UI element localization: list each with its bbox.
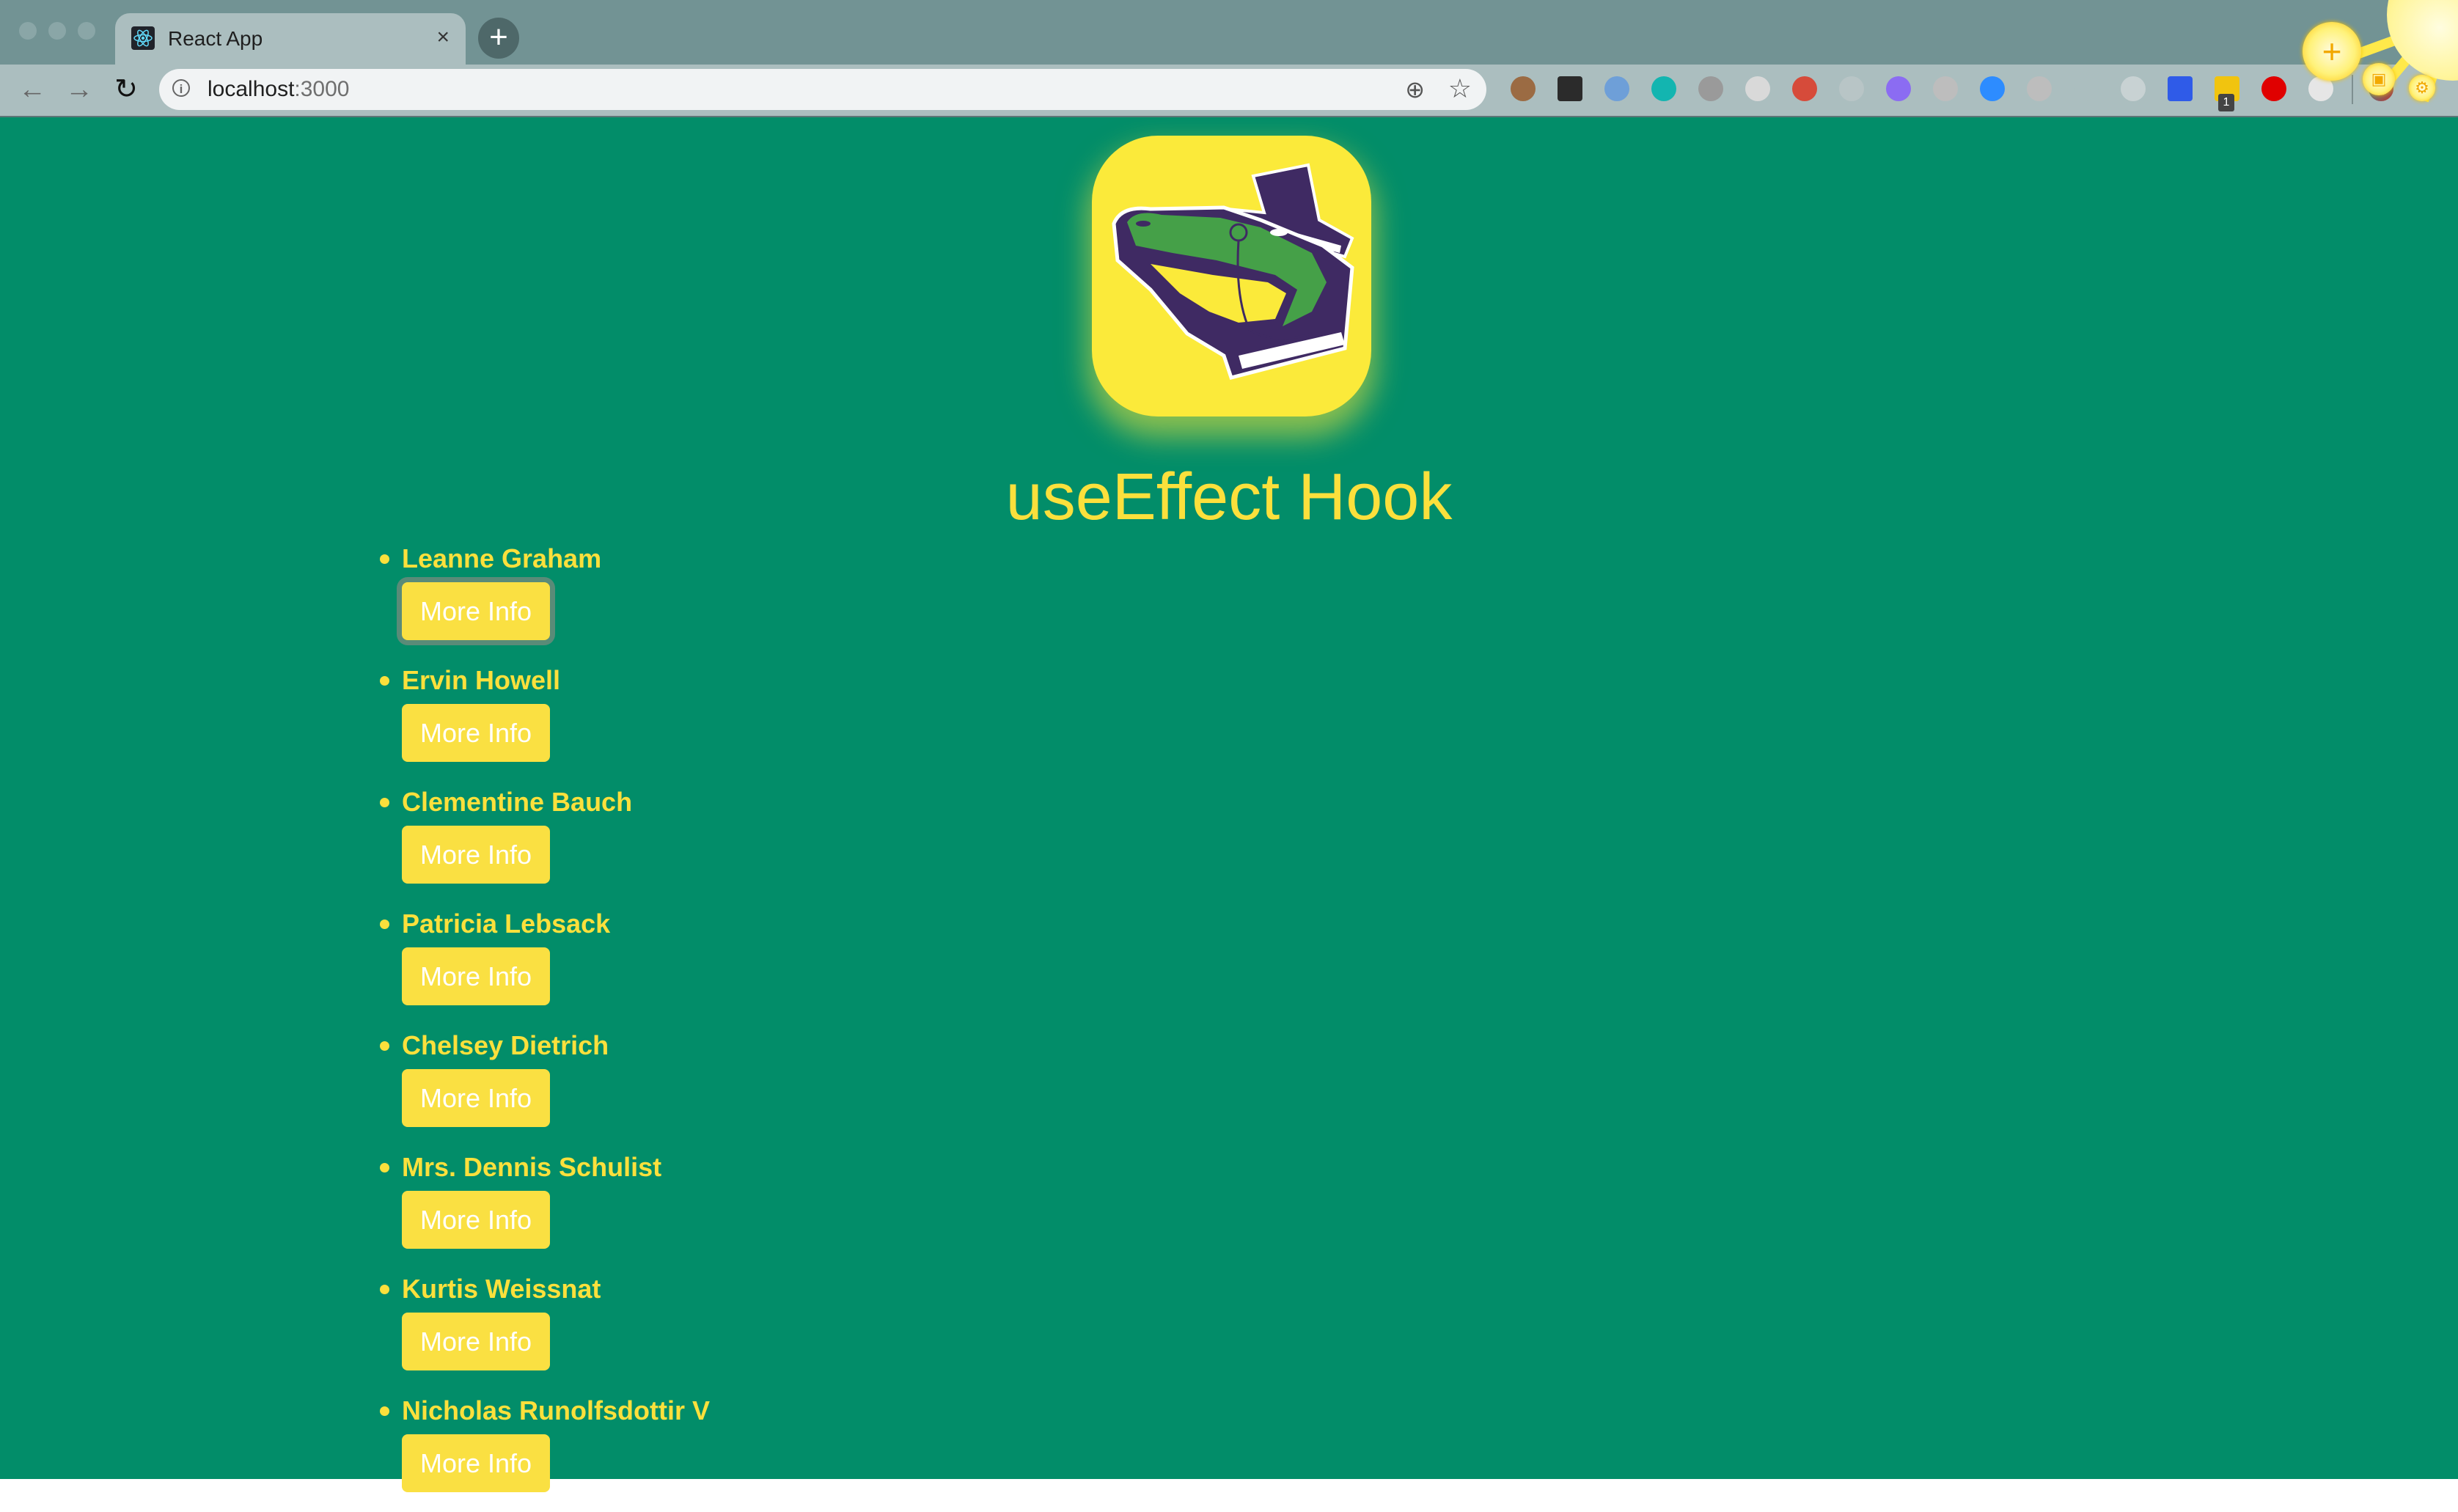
photos-orb-icon[interactable]: ▣ xyxy=(2363,63,2395,95)
user-list-item: Leanne Graham More Info xyxy=(380,543,966,660)
url-port: :3000 xyxy=(294,77,350,101)
green-dot-extension-icon[interactable] xyxy=(1558,76,1582,101)
user-name: Chelsey Dietrich xyxy=(402,1030,609,1060)
user-list-item: Ervin Howell More Info xyxy=(380,664,966,782)
bullet-icon xyxy=(380,798,389,807)
user-name: Patricia Lebsack xyxy=(402,909,611,939)
user-list-item: Kurtis Weissnat More Info xyxy=(380,1273,966,1390)
close-tab-icon[interactable]: × xyxy=(436,25,450,50)
more-info-button[interactable]: More Info xyxy=(402,704,550,762)
bullet-icon xyxy=(380,676,389,686)
window-minimize-button[interactable] xyxy=(48,22,66,40)
reload-icon[interactable]: ↻ xyxy=(110,73,142,106)
window-zoom-button[interactable] xyxy=(78,22,95,40)
extension-badge: 1 xyxy=(2218,94,2234,111)
airplane-extension-icon[interactable] xyxy=(2074,76,2099,101)
url-text[interactable]: localhost:3000 xyxy=(208,77,349,102)
user-list-item: Nicholas Runolfsdottir V More Info xyxy=(380,1395,966,1512)
outlet-extension-icon[interactable] xyxy=(2027,76,2052,101)
orbit-extension-icon[interactable] xyxy=(2121,76,2146,101)
gator-logo xyxy=(1092,136,1371,416)
bullet-icon xyxy=(380,1285,389,1294)
bullet-icon xyxy=(380,554,389,564)
react-atom-icon xyxy=(131,26,155,50)
user-list-item: Mrs. Dennis Schulist More Info xyxy=(380,1151,966,1269)
more-info-button[interactable]: More Info xyxy=(402,1191,550,1249)
more-info-button[interactable]: More Info xyxy=(402,1434,550,1492)
user-list-item: Patricia Lebsack More Info xyxy=(380,908,966,1025)
m-extension-icon[interactable] xyxy=(1651,76,1676,101)
more-info-button[interactable]: More Info xyxy=(402,1069,550,1127)
forward-arrow-icon[interactable]: → xyxy=(63,73,95,106)
more-info-button[interactable]: More Info xyxy=(402,947,550,1005)
url-host: localhost xyxy=(208,77,295,101)
browser-titlebar: React App × + xyxy=(0,0,2458,66)
bullet-icon xyxy=(380,1041,389,1051)
json-viewer-extension-icon[interactable] xyxy=(1604,76,1629,101)
dark-mode-extension-icon[interactable] xyxy=(1745,76,1770,101)
browser-toolbar: ← → ↻ i localhost:3000 ⊕ ☆ 1 xyxy=(0,65,2458,117)
bullet-icon xyxy=(380,1163,389,1172)
power-extension-icon[interactable] xyxy=(2261,76,2286,101)
cookie-extension-icon[interactable] xyxy=(1511,76,1536,101)
lighthouse-extension-icon[interactable] xyxy=(2168,76,2193,101)
command-extension-icon[interactable] xyxy=(1698,76,1723,101)
back-arrow-icon[interactable]: ← xyxy=(16,73,48,106)
zoom-extension-icon[interactable] xyxy=(1980,76,2005,101)
settings-gear-orb-icon[interactable]: ⚙ xyxy=(2409,75,2435,101)
page-viewport: useEffect Hook Leanne Graham More Info Erv… xyxy=(0,117,2458,1492)
window-close-button[interactable] xyxy=(19,22,37,40)
crosshair-orb-icon[interactable]: + xyxy=(2303,22,2361,81)
user-name: Clementine Bauch xyxy=(402,787,633,817)
user-name: Nicholas Runolfsdottir V xyxy=(402,1395,711,1425)
page-title: useEffect Hook xyxy=(1005,460,1453,534)
react-devtools-extension-icon[interactable] xyxy=(1792,76,1817,101)
disabled-extension-icon[interactable] xyxy=(1839,76,1864,101)
more-info-button[interactable]: More Info xyxy=(402,826,550,884)
tab-title: React App xyxy=(168,27,263,50)
bullet-icon xyxy=(380,1406,389,1416)
gray-circle-extension-icon[interactable] xyxy=(1933,76,1958,101)
more-info-button[interactable]: More Info xyxy=(402,1313,550,1370)
zoom-magnifier-icon[interactable]: ⊕ xyxy=(1405,76,1425,103)
new-tab-button[interactable]: + xyxy=(478,18,519,59)
bookmark-star-icon[interactable]: ☆ xyxy=(1448,75,1472,103)
address-bar[interactable]: i localhost:3000 ⊕ ☆ xyxy=(159,69,1486,110)
gator-top-hat-icon xyxy=(1112,163,1354,381)
user-name: Kurtis Weissnat xyxy=(402,1274,601,1304)
toolbar-divider xyxy=(2352,75,2353,104)
eye-extension-icon[interactable] xyxy=(1886,76,1911,101)
site-info-icon[interactable]: i xyxy=(172,79,190,97)
user-list-item: Chelsey Dietrich More Info xyxy=(380,1030,966,1147)
bullet-icon xyxy=(380,920,389,929)
tab-react-app[interactable]: React App × xyxy=(115,13,466,66)
user-list-item: Clementine Bauch More Info xyxy=(380,786,966,903)
user-name: Ervin Howell xyxy=(402,665,561,695)
more-info-button[interactable]: More Info xyxy=(402,582,550,640)
user-name: Leanne Graham xyxy=(402,543,602,573)
user-name: Mrs. Dennis Schulist xyxy=(402,1152,662,1182)
